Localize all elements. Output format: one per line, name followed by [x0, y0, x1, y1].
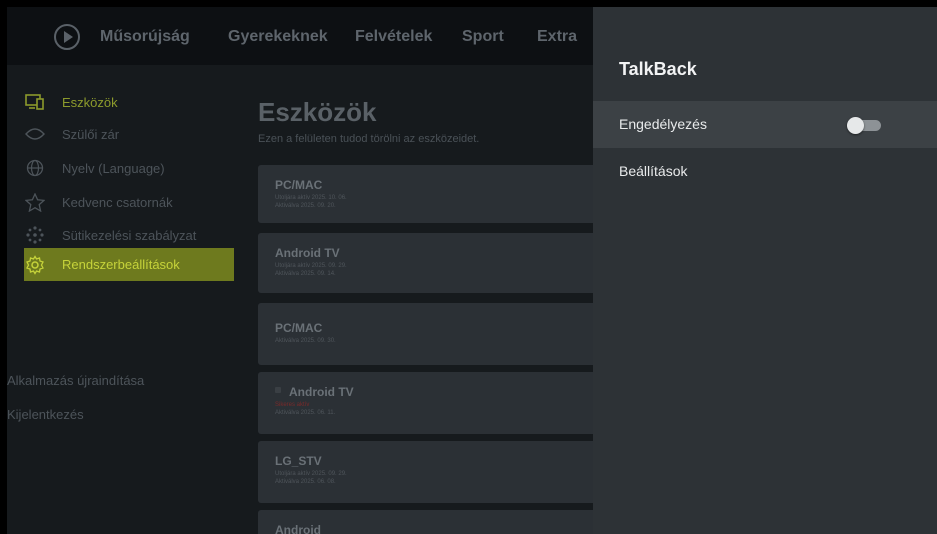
- sidebar-item-label: Nyelv (Language): [62, 160, 165, 176]
- panel-title: TalkBack: [619, 59, 697, 79]
- sidebar-item-label: Eszközök: [62, 94, 118, 110]
- sidebar-item-label: Szülői zár: [62, 126, 120, 142]
- sidebar-item-eszkozok[interactable]: Eszközök: [24, 85, 234, 119]
- sidebar-item-label: Rendszerbeállítások: [62, 257, 180, 272]
- device-name: LG_STV: [275, 454, 322, 468]
- settings-row[interactable]: Beállítások: [593, 150, 937, 197]
- logout-link[interactable]: Kijelentkezés: [7, 407, 84, 422]
- device-name: PC/MAC: [275, 178, 323, 192]
- device-last-active: Utoljára aktív 2025. 10. 06.: [275, 195, 347, 201]
- play-logo-icon[interactable]: [54, 24, 80, 50]
- toggle-knob: [847, 117, 864, 134]
- device-name: Android TV: [275, 246, 340, 260]
- device-name: PC/MAC: [275, 321, 323, 335]
- settings-label: Beállítások: [619, 163, 688, 179]
- gear-icon: [24, 254, 46, 276]
- device-last-active: Utoljára aktív 2025. 09. 29.: [275, 471, 347, 477]
- enable-row[interactable]: Engedélyezés: [593, 101, 937, 148]
- device-last-active: Utoljára aktív 2025. 09. 29.: [275, 263, 347, 269]
- restart-app-link[interactable]: Alkalmazás újraindítása: [7, 373, 144, 388]
- device-name: Android TV: [289, 385, 354, 399]
- sidebar-item-szuloi-zar[interactable]: Szülői zár: [24, 117, 234, 151]
- device-card[interactable]: PC/MAC Utoljára aktív 2025. 10. 06. Akti…: [258, 165, 603, 223]
- device-card[interactable]: Android: [258, 510, 603, 534]
- devices-icon: [24, 91, 46, 113]
- device-status: Sikeres aktív: [275, 402, 310, 408]
- nav-item-gyerekeknek[interactable]: Gyerekeknek: [228, 28, 328, 46]
- page-subtitle: Ezen a felületen tudod törölni az eszköz…: [258, 133, 480, 145]
- nav-item-sport[interactable]: Sport: [462, 28, 504, 46]
- tv-screen: Műsorújság Gyerekeknek Felvételek Sport …: [7, 7, 937, 534]
- sidebar-item-sutikezeles[interactable]: Sütikezelési szabályzat: [24, 218, 234, 252]
- device-activated: Aktiválva 2025. 06. 08.: [275, 479, 336, 485]
- device-card[interactable]: PC/MAC Aktiválva 2025. 09. 30.: [258, 303, 603, 365]
- device-activated: Aktiválva 2025. 06. 11.: [275, 410, 336, 416]
- nav-item-felvetelek[interactable]: Felvételek: [355, 28, 432, 46]
- current-device-marker: [275, 387, 281, 393]
- sidebar-item-nyelv[interactable]: Nyelv (Language): [24, 151, 234, 185]
- eye-icon: [24, 123, 46, 145]
- device-activated: Aktiválva 2025. 09. 14.: [275, 271, 336, 277]
- device-card-current[interactable]: Android TV Sikeres aktív Aktiválva 2025.…: [258, 372, 603, 434]
- sidebar-item-label: Kedvenc csatornák: [62, 194, 173, 210]
- nav-item-extra[interactable]: Extra: [537, 28, 577, 46]
- device-card[interactable]: Android TV Utoljára aktív 2025. 09. 29. …: [258, 233, 603, 293]
- talkback-panel: TalkBack Engedélyezés Beállítások: [593, 7, 937, 534]
- device-activated: Aktiválva 2025. 09. 30.: [275, 338, 336, 344]
- sidebar-item-label: Sütikezelési szabályzat: [62, 227, 197, 243]
- star-icon: [24, 191, 46, 213]
- globe-icon: [24, 157, 46, 179]
- cookie-icon: [24, 224, 46, 246]
- sidebar-item-kedvenc-csatornak[interactable]: Kedvenc csatornák: [24, 185, 234, 219]
- device-name: Android: [275, 523, 321, 534]
- device-activated: Aktiválva 2025. 09. 20.: [275, 203, 336, 209]
- enable-label: Engedélyezés: [619, 116, 707, 132]
- nav-item-musorujsag[interactable]: Műsorújság: [100, 28, 190, 46]
- page-title: Eszközök: [258, 97, 377, 127]
- device-card[interactable]: LG_STV Utoljára aktív 2025. 09. 29. Akti…: [258, 441, 603, 503]
- sidebar-item-rendszerbeallitasok[interactable]: Rendszerbeállítások: [24, 248, 234, 281]
- talkback-toggle[interactable]: [847, 117, 881, 134]
